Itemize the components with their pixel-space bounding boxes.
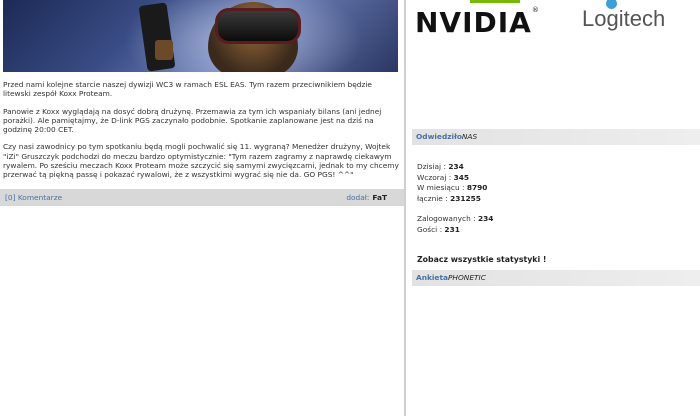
stat-month-value: 8790 xyxy=(466,183,488,192)
stat-total-label: łącznie : xyxy=(417,193,448,203)
stat-total: łącznie : 231255 xyxy=(417,194,493,205)
stat-yesterday-value: 345 xyxy=(453,172,470,182)
article-paragraph-3: Czy nasi zawodnicy po tym spotkaniu będą… xyxy=(3,142,399,180)
stat-month-label: W miesiącu : xyxy=(417,183,465,192)
stat-yesterday: Wczoraj : 345 xyxy=(417,173,493,184)
stat-logged-value: 234 xyxy=(477,214,494,223)
stats-spacer xyxy=(417,204,493,214)
nvidia-logo-text: NVIDIA xyxy=(415,6,532,39)
nvidia-accent-bar xyxy=(470,0,520,3)
stat-month: W miesiącu : 8790 xyxy=(417,183,493,194)
visitors-header-suffix: NAS xyxy=(461,132,478,141)
poll-header-suffix: PHONETIC xyxy=(447,273,486,282)
stat-guests: Gości : 231 xyxy=(417,225,493,236)
banner-hand xyxy=(155,40,173,60)
article-footer: [0] Komentarze dodał: FaT xyxy=(0,189,404,206)
article-author: dodał: FaT xyxy=(346,189,387,206)
stat-guests-label: Gości : xyxy=(417,224,443,234)
header-banner-image xyxy=(3,0,398,72)
nvidia-registered-mark: ® xyxy=(531,6,540,14)
stat-yesterday-label: Wczoraj : xyxy=(417,172,452,182)
author-name[interactable]: FaT xyxy=(372,193,387,202)
full-stats-link[interactable]: Zobacz wszystkie statystyki ! xyxy=(417,255,546,264)
comments-link[interactable]: [0] Komentarze xyxy=(5,189,62,206)
poll-header: AnkietaPHONETIC xyxy=(412,270,700,286)
author-label: dodał: xyxy=(346,193,370,202)
stat-total-value: 231255 xyxy=(450,193,481,203)
news-article: Przed nami kolejne starcie naszej dywizj… xyxy=(3,80,399,188)
logitech-logo-text: Logitech xyxy=(582,6,666,31)
stat-logged-label: Zalogowanych : xyxy=(417,214,476,223)
stat-guests-value: 231 xyxy=(444,224,460,234)
visitor-stats: Dzisiaj : 234 Wczoraj : 345 W miesiącu :… xyxy=(417,162,493,235)
article-paragraph-2: Panowie z Koxx wyglądają na dosyć dobrą … xyxy=(3,106,382,135)
main-column: Przed nami kolejne starcie naszej dywizj… xyxy=(0,0,404,416)
visitors-header: OdwiedziłoNAS xyxy=(412,129,700,145)
nvidia-logo[interactable]: NVIDIA® xyxy=(415,6,540,39)
poll-header-label: Ankieta xyxy=(416,273,448,282)
stat-logged: Zalogowanych : 234 xyxy=(417,214,493,225)
stat-today-label: Dzisiaj : xyxy=(417,162,446,171)
article-paragraph-1: Przed nami kolejne starcie naszej dywizj… xyxy=(3,80,372,99)
stat-today: Dzisiaj : 234 xyxy=(417,162,493,173)
visitors-header-label: Odwiedziło xyxy=(416,132,462,141)
banner-goggles xyxy=(215,8,301,44)
logitech-logo[interactable]: Logitech xyxy=(582,0,666,32)
stat-today-value: 234 xyxy=(448,162,464,171)
